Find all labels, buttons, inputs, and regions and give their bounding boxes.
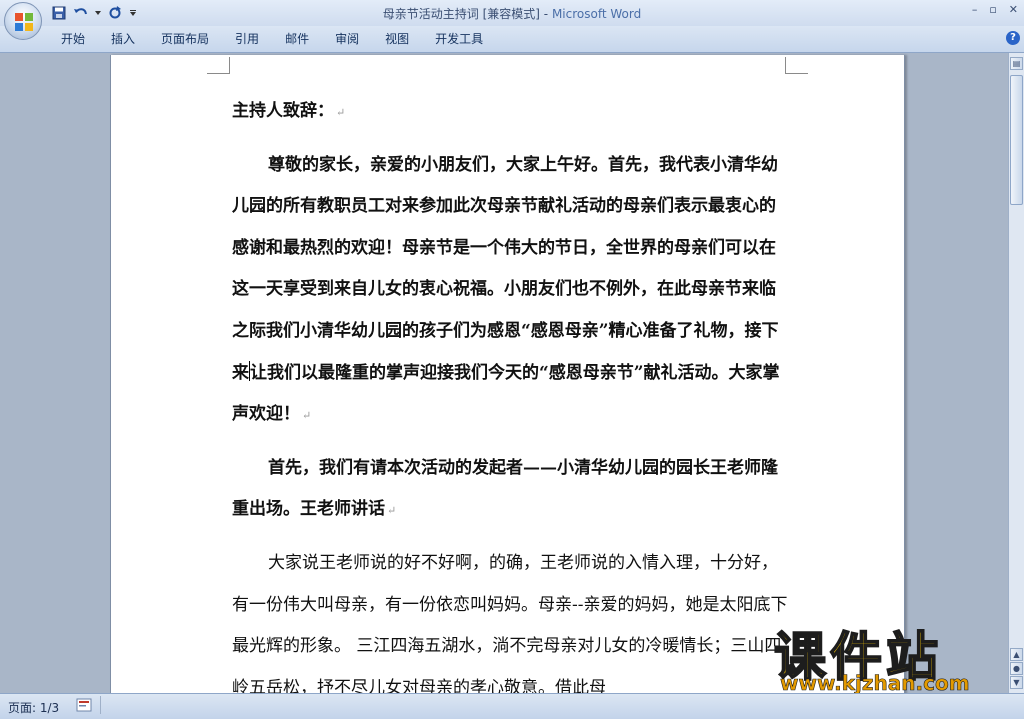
document-page[interactable]: 主持人致辞： ↵ 尊敬的家长，亲爱的小朋友们，大家上午好。首先，我代表小清华幼儿园…: [110, 55, 905, 693]
margin-corner-right: [785, 57, 808, 74]
heading-text: 主持人致辞：: [232, 101, 334, 121]
tab-developer[interactable]: 开发工具: [422, 31, 496, 47]
welcome-text: 尊敬的家长，亲爱的小朋友们，大家上午好。首先，我代表小清华幼儿园的所有教职员工对…: [232, 154, 779, 383]
margin-corner-left: [207, 57, 230, 74]
page-count[interactable]: 页面: 1/3: [8, 699, 59, 716]
ruler-toggle-icon[interactable]: ▤: [1010, 57, 1023, 70]
document-body[interactable]: 主持人致辞： ↵ 尊敬的家长，亲爱的小朋友们，大家上午好。首先，我代表小清华幼儿园…: [232, 91, 788, 693]
title-bar: 母亲节活动主持词 [兼容模式] - Microsoft Word – ▫ ✕: [0, 0, 1024, 26]
watermark-url: www.kjzhan.com: [780, 671, 970, 696]
tab-page-layout[interactable]: 页面布局: [148, 31, 222, 47]
tab-insert[interactable]: 插入: [98, 31, 148, 47]
app-name: Microsoft Word: [551, 7, 642, 21]
tab-review[interactable]: 审阅: [322, 31, 372, 47]
speech-text: 大家说王老师说的好不好啊，的确，王老师说的入情入理，十分好，有一份伟大叫母亲，有…: [232, 552, 788, 693]
tab-home[interactable]: 开始: [48, 31, 98, 47]
document-title: 母亲节活动主持词 [兼容模式]: [382, 7, 540, 21]
ribbon-tabs: 开始 插入 页面布局 引用 邮件 审阅 视图 开发工具: [48, 31, 496, 47]
paragraph-mark-icon: ↵: [336, 106, 346, 119]
paragraph-welcome: 尊敬的家长，亲爱的小朋友们，大家上午好。首先，我代表小清华幼儿园的所有教职员工对…: [232, 145, 788, 437]
paragraph-mark-icon: ↵: [387, 504, 397, 518]
help-icon[interactable]: ?: [1006, 31, 1020, 45]
paragraph-introduce: 首先，我们有请本次活动的发起者——小清华幼儿园的园长王老师隆重出场。王老师讲话 ↵: [232, 448, 788, 532]
maximize-button[interactable]: ▫: [989, 3, 996, 16]
vertical-scrollbar[interactable]: ▤ ▲ ● ▼: [1008, 53, 1024, 693]
scroll-down-icon[interactable]: ▼: [1010, 676, 1023, 689]
status-bar: 页面: 1/3: [0, 693, 1024, 719]
watermark-logo: 课件站 www.kjzhan.com: [773, 615, 1006, 696]
window-controls: – ▫ ✕: [972, 3, 1018, 16]
welcome-text-continued: 让我们以最隆重的掌声迎接我们今天的“感恩母亲节”献礼活动。大家掌声欢迎！: [232, 362, 780, 425]
document-area: 主持人致辞： ↵ 尊敬的家长，亲爱的小朋友们，大家上午好。首先，我代表小清华幼儿园…: [0, 53, 1008, 693]
office-button[interactable]: [4, 2, 42, 40]
tab-mailings[interactable]: 邮件: [272, 31, 322, 47]
office-logo-icon: [15, 13, 33, 31]
status-divider: [100, 696, 101, 714]
minimize-button[interactable]: –: [972, 3, 978, 16]
scrollbar-thumb[interactable]: [1010, 75, 1023, 205]
introduce-text: 首先，我们有请本次活动的发起者——小清华幼儿园的园长王老师隆重出场。王老师讲话: [232, 457, 778, 520]
paragraph-speech: 大家说王老师说的好不好啊，的确，王老师说的入情入理，十分好，有一份伟大叫母亲，有…: [232, 543, 788, 693]
paragraph-mark-icon: ↵: [302, 409, 312, 423]
title-separator: -: [539, 7, 552, 21]
browse-object-icon[interactable]: ●: [1010, 662, 1023, 675]
close-button[interactable]: ✕: [1009, 3, 1018, 16]
scroll-up-icon[interactable]: ▲: [1010, 648, 1023, 661]
tab-view[interactable]: 视图: [372, 31, 422, 47]
window-title: 母亲节活动主持词 [兼容模式] - Microsoft Word: [0, 5, 1024, 22]
tab-references[interactable]: 引用: [222, 31, 272, 47]
paragraph-heading: 主持人致辞： ↵: [232, 91, 788, 134]
proofing-status-icon[interactable]: [76, 698, 92, 712]
ribbon-tab-bar: 开始 插入 页面布局 引用 邮件 审阅 视图 开发工具 ?: [0, 26, 1024, 53]
